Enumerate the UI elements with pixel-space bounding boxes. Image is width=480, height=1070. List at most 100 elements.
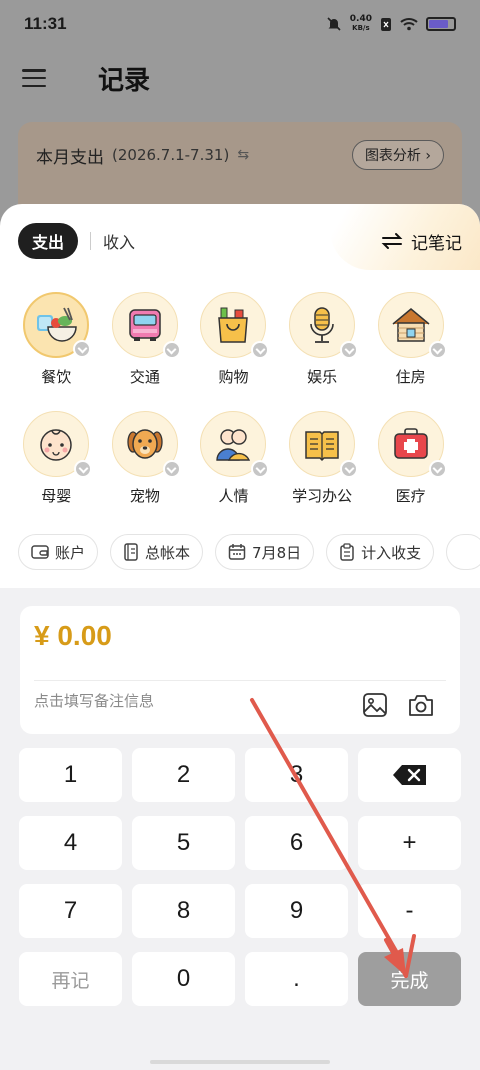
mute-icon [327,17,341,31]
category-shopping[interactable]: 购物 [189,292,278,387]
menu-icon[interactable] [22,69,46,87]
keypad-area: ¥ 0.00 1 2 3 4 5 6 + 7 8 9 - 再记 [0,588,480,1070]
camera-icon [409,695,433,716]
gallery-button[interactable] [360,690,390,720]
backspace-button[interactable] [358,748,461,802]
summary-title: 本月支出 [36,147,104,168]
record-sheet: 支出 收入 记笔记 餐饮 交通 购物 娱乐 住房 母婴 宠物 人情 学习办公 医… [0,204,480,1070]
note-mode-button[interactable]: 记笔记 [381,229,462,254]
medical-kit-icon [393,428,428,459]
book-icon [305,431,339,462]
backspace-icon [392,765,426,785]
dog-icon [127,429,163,459]
net-speed-value: 0.40 [349,14,372,24]
people-icon [216,429,251,461]
key-minus[interactable]: - [358,884,461,938]
account-chip[interactable]: 账户 [18,534,99,570]
bus-icon [129,309,161,341]
key-4[interactable]: 4 [19,816,122,870]
category-label: 购物 [218,368,249,386]
sim-icon [381,17,391,31]
key-0[interactable]: 0 [132,952,235,1006]
date-chip-label: 7月8日 [252,543,302,562]
status-bar: 11:31 0.40 KB/s [0,0,480,48]
category-label: 住房 [395,368,426,386]
done-button[interactable]: 完成 [358,952,461,1006]
key-8[interactable]: 8 [132,884,235,938]
tab-income[interactable]: 收入 [103,229,135,253]
status-time: 11:31 [24,14,67,33]
category-dining[interactable]: 餐饮 [12,292,101,387]
category-grid: 餐饮 交通 购物 娱乐 住房 母婴 宠物 人情 学习办公 医疗 [12,292,468,506]
app-header: 记录 [0,50,480,106]
category-label: 人情 [218,487,249,505]
expand-badge-icon [428,460,447,478]
category-label: 交通 [129,368,160,386]
tab-expense[interactable]: 支出 [18,223,79,259]
amount-card: ¥ 0.00 [20,606,460,734]
microphone-icon [310,307,334,343]
category-label: 学习办公 [292,487,353,505]
category-label: 宠物 [129,487,160,505]
battery-icon [426,17,456,31]
record-again-button[interactable]: 再记 [19,952,122,1006]
key-3[interactable]: 3 [245,748,348,802]
ledger-chip-label: 总帐本 [145,543,191,562]
category-transport[interactable]: 交通 [101,292,190,387]
category-label: 餐饮 [41,368,72,386]
shopping-bag-icon [218,307,249,343]
category-label: 医疗 [395,487,426,505]
category-housing[interactable]: 住房 [366,292,455,387]
expand-badge-icon [428,341,447,359]
category-social-gifts[interactable]: 人情 [189,411,278,506]
chart-analysis-button[interactable]: 图表分析 › [351,140,444,170]
key-5[interactable]: 5 [132,816,235,870]
key-6[interactable]: 6 [245,816,348,870]
date-chip[interactable]: 7月8日 [215,534,315,570]
key-7[interactable]: 7 [19,884,122,938]
home-indicator [150,1060,330,1064]
key-plus[interactable]: + [358,816,461,870]
category-label: 娱乐 [307,368,338,386]
status-icons: 0.40 KB/s [326,15,456,33]
category-study-office[interactable]: 学习办公 [278,411,367,506]
note-input[interactable] [34,692,334,710]
category-pet[interactable]: 宠物 [101,411,190,506]
expand-badge-icon [73,340,92,358]
ledger-chip[interactable]: 总帐本 [110,534,204,570]
tab-divider [90,232,92,250]
camera-button[interactable] [406,690,436,720]
bento-icon [37,307,78,342]
category-entertainment[interactable]: 娱乐 [278,292,367,387]
count-in-chip-label: 计入收支 [361,543,422,562]
key-9[interactable]: 9 [245,884,348,938]
key-dot[interactable]: . [245,952,348,1006]
key-1[interactable]: 1 [19,748,122,802]
type-tabs: 支出 收入 记笔记 [18,223,462,259]
category-medical[interactable]: 医疗 [366,411,455,506]
expand-badge-icon [74,460,93,478]
swap-period-icon[interactable]: ⇆ [237,147,249,163]
number-keypad: 1 2 3 4 5 6 + 7 8 9 - 再记 0 . 完成 [19,748,461,1006]
expand-badge-icon [340,341,359,359]
wallet-icon [31,545,49,559]
category-label: 母婴 [41,487,72,505]
more-chip[interactable] [446,534,480,570]
house-icon [392,308,430,342]
calendar-icon [228,544,246,560]
wifi-icon [400,18,418,31]
expand-badge-icon [251,341,270,359]
count-in-chip[interactable]: 计入收支 [326,534,435,570]
expand-badge-icon [162,460,181,478]
net-speed: 0.40 KB/s [350,15,372,33]
note-mode-label: 记笔记 [411,233,462,254]
expand-badge-icon [251,460,270,478]
key-2[interactable]: 2 [132,748,235,802]
ledger-book-icon [124,543,138,561]
category-maternal-baby[interactable]: 母婴 [12,411,101,506]
expand-badge-icon [162,341,181,359]
amount-display: ¥ 0.00 [34,620,112,651]
account-chip-label: 账户 [55,543,86,562]
net-speed-unit: KB/s [352,24,370,32]
chart-analysis-label: 图表分析 [364,148,421,164]
